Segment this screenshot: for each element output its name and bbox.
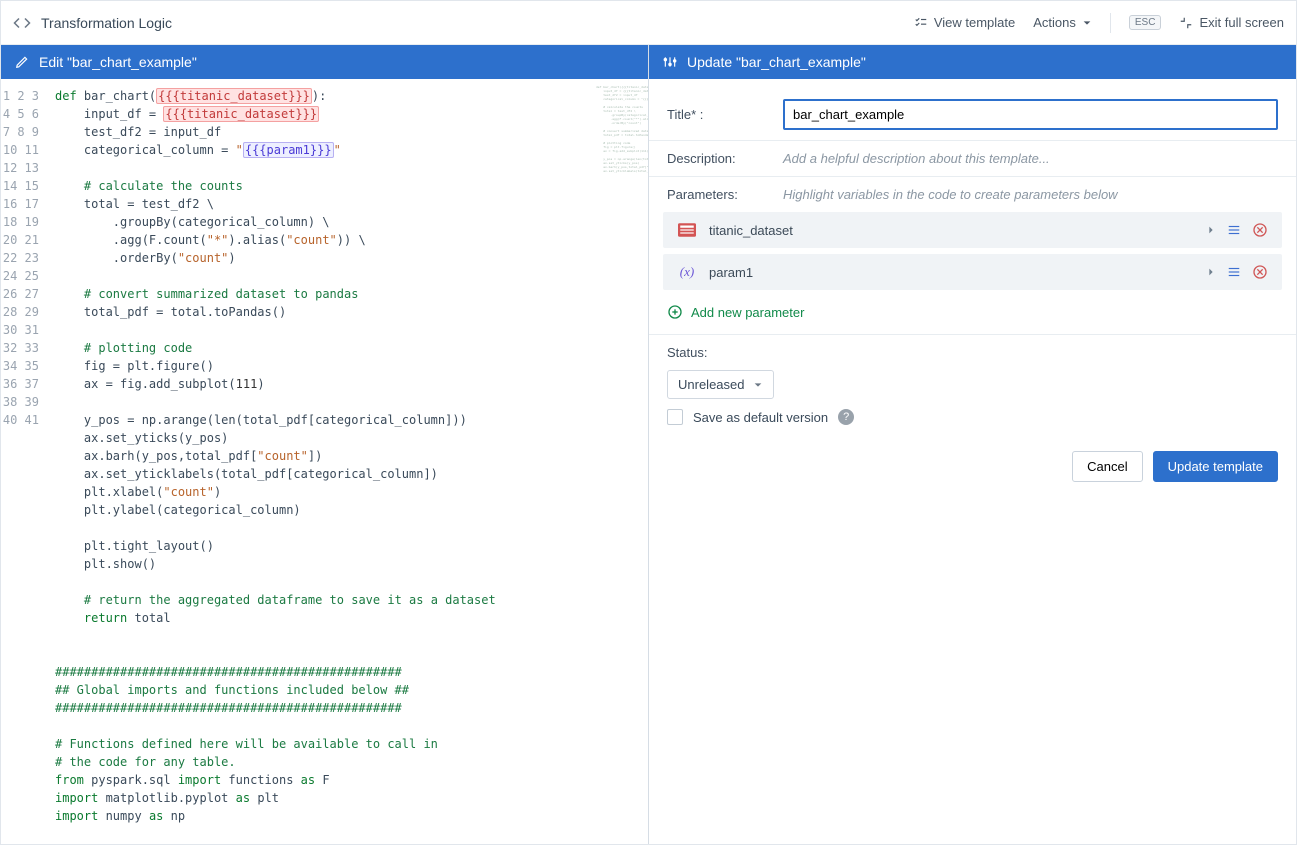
minimap[interactable]: def bar_chart({{{titanic_dataset}}}): in…	[592, 79, 648, 844]
code-area[interactable]: def bar_chart({{{titanic_dataset}}}): in…	[49, 79, 592, 844]
divider	[1110, 13, 1111, 33]
parameters-hint: Highlight variables in the code to creat…	[783, 187, 1278, 202]
save-default-checkbox[interactable]	[667, 409, 683, 425]
topbar-left: Transformation Logic	[13, 14, 172, 32]
add-parameter-button[interactable]: Add new parameter	[649, 296, 1296, 328]
remove-icon[interactable]	[1252, 264, 1268, 280]
save-default-label: Save as default version	[693, 410, 828, 425]
plus-circle-icon	[667, 304, 683, 320]
parameter-name: titanic_dataset	[709, 223, 1194, 238]
parameter-list: titanic_dataset (x) param1	[649, 212, 1296, 290]
exit-fullscreen-button[interactable]: Exit full screen	[1179, 15, 1284, 30]
cancel-button[interactable]: Cancel	[1072, 451, 1142, 482]
editor-body: 1 2 3 4 5 6 7 8 9 10 11 12 13 14 15 16 1…	[1, 79, 648, 844]
title-label: Title* :	[667, 107, 767, 122]
status-select[interactable]: Unreleased	[667, 370, 774, 399]
status-label: Status:	[667, 345, 707, 360]
help-icon[interactable]: ?	[838, 409, 854, 425]
chevron-right-icon[interactable]	[1206, 225, 1216, 235]
app-root: Transformation Logic View template Actio…	[0, 0, 1297, 845]
checklist-icon	[914, 16, 928, 30]
update-pane: Update "bar_chart_example" Title* : Desc…	[649, 45, 1296, 844]
list-icon[interactable]	[1226, 265, 1242, 279]
parameters-label: Parameters:	[667, 187, 767, 202]
esc-key-hint: ESC	[1129, 15, 1162, 30]
dataset-icon	[678, 223, 696, 237]
pencil-icon	[15, 55, 29, 69]
update-header: Update "bar_chart_example"	[649, 45, 1296, 79]
topbar: Transformation Logic View template Actio…	[1, 1, 1296, 45]
page-title: Transformation Logic	[41, 15, 172, 31]
update-form: Title* : Description: Add a helpful desc…	[649, 79, 1296, 844]
parameter-row: (x) param1	[663, 254, 1282, 290]
collapse-icon	[1179, 16, 1193, 30]
chevron-down-icon	[1082, 18, 1092, 28]
update-template-button[interactable]: Update template	[1153, 451, 1278, 482]
chevron-right-icon[interactable]	[1206, 267, 1216, 277]
list-icon[interactable]	[1226, 223, 1242, 237]
view-template-button[interactable]: View template	[914, 15, 1015, 30]
title-input[interactable]	[783, 99, 1278, 130]
line-gutter: 1 2 3 4 5 6 7 8 9 10 11 12 13 14 15 16 1…	[1, 79, 49, 844]
editor-pane: Edit "bar_chart_example" 1 2 3 4 5 6 7 8…	[1, 45, 649, 844]
topbar-right: View template Actions ESC Exit full scre…	[914, 13, 1284, 33]
split-panes: Edit "bar_chart_example" 1 2 3 4 5 6 7 8…	[1, 45, 1296, 844]
code-icon	[13, 14, 31, 32]
description-placeholder[interactable]: Add a helpful description about this tem…	[783, 151, 1278, 166]
editor-header: Edit "bar_chart_example"	[1, 45, 648, 79]
parameter-row: titanic_dataset	[663, 212, 1282, 248]
sliders-icon	[663, 55, 677, 69]
description-label: Description:	[667, 151, 767, 166]
variable-icon: (x)	[680, 264, 694, 280]
chevron-down-icon	[753, 380, 763, 390]
remove-icon[interactable]	[1252, 222, 1268, 238]
parameter-name: param1	[709, 265, 1194, 280]
actions-menu[interactable]: Actions	[1033, 15, 1092, 30]
